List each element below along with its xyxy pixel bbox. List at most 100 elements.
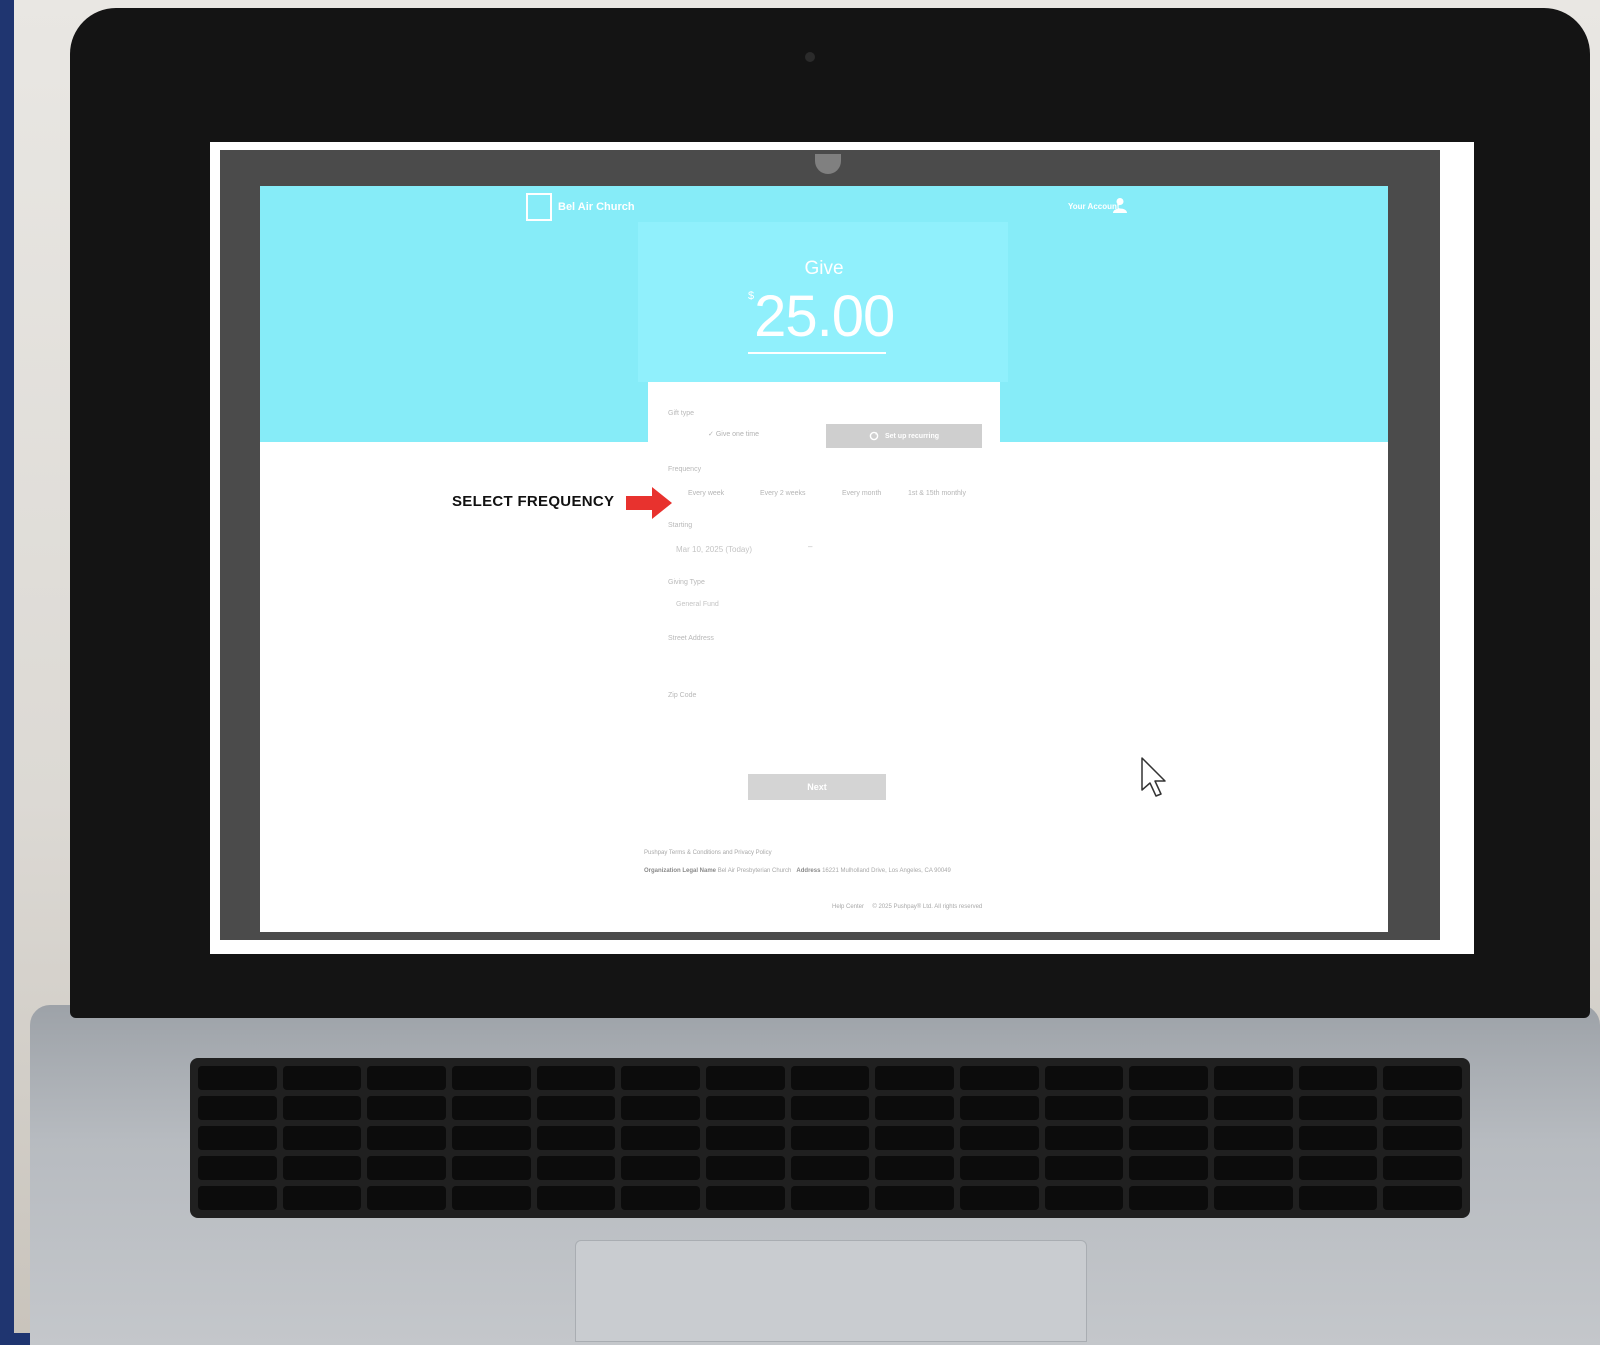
give-title: Give — [804, 258, 844, 279]
keyboard-key — [790, 1186, 870, 1210]
set-up-recurring-button[interactable]: Set up recurring — [826, 424, 982, 448]
keyboard-key — [536, 1186, 616, 1210]
keyboard-key — [1213, 1066, 1293, 1090]
currency-symbol: $ — [748, 290, 755, 302]
giving-type-label: Giving Type — [668, 579, 705, 586]
keyboard-key — [959, 1186, 1039, 1210]
keyboard-key — [705, 1066, 785, 1090]
org-legal-name-value: Bel Air Presbyterian Church — [717, 868, 792, 874]
screen-camera — [815, 154, 841, 174]
keyboard-key — [1213, 1096, 1293, 1120]
keyboard-key — [1383, 1126, 1462, 1150]
street-address-label: Street Address — [668, 635, 714, 642]
keyboard-key — [705, 1096, 785, 1120]
keyboard-key — [198, 1156, 277, 1180]
terms-link[interactable]: Pushpay Terms & Conditions and Privacy P… — [644, 850, 772, 856]
keyboard-key — [282, 1156, 362, 1180]
keyboard-key — [705, 1126, 785, 1150]
keyboard-key — [1383, 1156, 1462, 1180]
starting-date-field[interactable]: Mar 10, 2025 (Today) — [676, 545, 752, 554]
keyboard-key — [367, 1186, 446, 1210]
keyboard-key — [959, 1126, 1039, 1150]
keyboard-key — [282, 1186, 362, 1210]
keyboard-key — [1129, 1126, 1208, 1150]
keyboard-key — [451, 1156, 531, 1180]
keyboard-key — [705, 1186, 785, 1210]
keyboard-key — [1129, 1066, 1208, 1090]
keyboard-key — [875, 1066, 954, 1090]
org-legal-name-label: Organization Legal Name — [644, 868, 717, 874]
giving-type-select[interactable]: General Fund — [676, 601, 719, 608]
keyboard-key — [875, 1096, 954, 1120]
keyboard-key — [367, 1066, 446, 1090]
keyboard-key — [1298, 1066, 1378, 1090]
frequency-option[interactable]: 1st & 15th monthly — [908, 490, 966, 497]
laptop-keyboard — [190, 1058, 1470, 1218]
keyboard-key — [790, 1096, 870, 1120]
frequency-option[interactable]: Every month — [842, 490, 881, 497]
keyboard-key — [959, 1066, 1039, 1090]
keyboard-key — [1044, 1126, 1124, 1150]
keyboard-key — [451, 1126, 531, 1150]
help-center-link[interactable]: Help Center — [832, 904, 864, 910]
keyboard-key — [790, 1156, 870, 1180]
keyboard-key — [621, 1126, 700, 1150]
keyboard-key — [282, 1126, 362, 1150]
give-one-time-label: Give one time — [715, 431, 760, 438]
refresh-icon — [869, 431, 879, 441]
keyboard-key — [621, 1156, 700, 1180]
keyboard-key — [282, 1066, 362, 1090]
chevron-down-icon[interactable]: – — [808, 542, 812, 551]
set-up-recurring-label: Set up recurring — [884, 432, 940, 440]
keyboard-key — [959, 1096, 1039, 1120]
keyboard-key — [1129, 1186, 1208, 1210]
keyboard-key — [367, 1156, 446, 1180]
amount-value: 25.00 — [754, 284, 895, 349]
keyboard-key — [705, 1156, 785, 1180]
keyboard-key — [621, 1186, 700, 1210]
keyboard-key — [198, 1126, 277, 1150]
keyboard-key — [621, 1096, 700, 1120]
give-one-time-option[interactable]: ✓ Give one time — [708, 430, 759, 438]
copyright-text: © 2025 Pushpay® Ltd. All rights reserved — [872, 904, 983, 910]
laptop-trackpad — [575, 1240, 1087, 1342]
your-account-link[interactable]: Your Account — [1068, 202, 1120, 211]
mouse-pointer-icon — [1141, 757, 1166, 797]
keyboard-key — [536, 1156, 616, 1180]
user-icon[interactable] — [1113, 197, 1127, 213]
keyboard-key — [1383, 1096, 1462, 1120]
address-label: Address — [796, 868, 821, 874]
keyboard-key — [198, 1186, 277, 1210]
keyboard-key — [875, 1186, 954, 1210]
frequency-option[interactable]: Every 2 weeks — [760, 490, 806, 497]
next-button[interactable]: Next — [748, 774, 886, 800]
keyboard-key — [1298, 1096, 1378, 1120]
amount-input[interactable]: $25.00 — [748, 284, 895, 350]
keyboard-key — [621, 1066, 700, 1090]
keyboard-key — [959, 1156, 1039, 1180]
keyboard-key — [1298, 1126, 1378, 1150]
church-logo[interactable] — [526, 193, 552, 221]
keyboard-key — [1129, 1156, 1208, 1180]
amount-underline — [748, 352, 886, 354]
keyboard-key — [451, 1066, 531, 1090]
org-name[interactable]: Bel Air Church — [558, 201, 635, 213]
keyboard-key — [1213, 1156, 1293, 1180]
keyboard-key — [1383, 1066, 1462, 1090]
keyboard-key — [367, 1126, 446, 1150]
keyboard-key — [790, 1066, 870, 1090]
frequency-options: Every week Every 2 weeks Every month 1st… — [668, 490, 988, 508]
keyboard-key — [1044, 1186, 1124, 1210]
keyboard-key — [875, 1156, 954, 1180]
keyboard-key — [198, 1066, 277, 1090]
keyboard-key — [1383, 1186, 1462, 1210]
frequency-option[interactable]: Every week — [688, 490, 724, 497]
keyboard-key — [536, 1066, 616, 1090]
keyboard-key — [451, 1096, 531, 1120]
gift-type-label: Gift type — [668, 410, 695, 417]
pin-icon: ✓ — [708, 431, 714, 438]
keyboard-key — [451, 1186, 531, 1210]
gift-form: Gift type ✓ Give one time Set up recurri… — [648, 382, 1000, 762]
keyboard-key — [198, 1096, 277, 1120]
keyboard-key — [536, 1126, 616, 1150]
